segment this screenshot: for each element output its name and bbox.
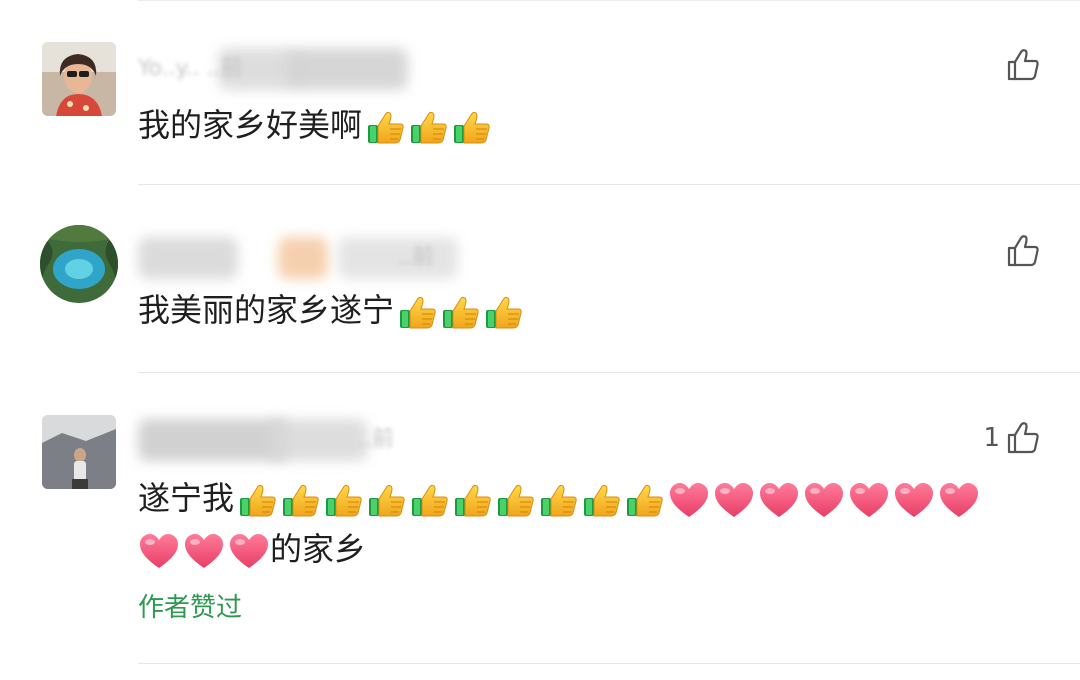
like-count: 1 xyxy=(983,423,1000,453)
comment-text: 我美丽的家乡遂宁 xyxy=(138,286,524,334)
emoji-group xyxy=(238,481,980,519)
comment-item: ..前 我美丽的家乡遂宁 xyxy=(0,185,1080,373)
avatar[interactable] xyxy=(40,225,118,303)
thumbs-up-emoji xyxy=(366,109,406,145)
thumbs-up-emoji xyxy=(410,482,450,518)
thumbs-up-emoji xyxy=(398,294,438,330)
thumbs-up-emoji xyxy=(409,109,449,145)
username-blurred[interactable]: ..前 xyxy=(138,237,528,279)
heart-emoji xyxy=(713,481,755,519)
thumbs-up-emoji xyxy=(452,109,492,145)
thumbs-up-emoji xyxy=(367,482,407,518)
heart-emoji xyxy=(758,481,800,519)
thumbs-up-emoji xyxy=(324,482,364,518)
heart-emoji xyxy=(938,481,980,519)
thumbs-up-emoji xyxy=(484,294,524,330)
divider xyxy=(138,663,1080,664)
like-button[interactable] xyxy=(1000,234,1040,268)
thumbs-up-emoji xyxy=(441,294,481,330)
comment-text-line2: 的家乡 xyxy=(138,525,366,573)
username-blurred[interactable]: Yo..y.. ..前 xyxy=(138,48,458,90)
emoji-group xyxy=(398,294,524,330)
author-liked-label: 作者赞过 xyxy=(138,593,243,623)
emoji-group xyxy=(366,109,492,145)
comment-text: 遂宁我 xyxy=(138,474,980,522)
like-button[interactable] xyxy=(1000,48,1040,82)
username-blurred[interactable]: ..前 xyxy=(138,419,438,461)
avatar[interactable] xyxy=(42,415,116,489)
thumbs-up-emoji xyxy=(625,482,665,518)
comment-text: 我的家乡好美啊 xyxy=(138,101,492,149)
thumbs-up-emoji xyxy=(539,482,579,518)
heart-emoji xyxy=(893,481,935,519)
thumbs-up-outline-icon xyxy=(1006,48,1040,82)
thumbs-up-emoji xyxy=(281,482,321,518)
avatar[interactable] xyxy=(42,42,116,116)
like-button[interactable]: 1 xyxy=(983,421,1040,455)
heart-emoji xyxy=(803,481,845,519)
thumbs-up-emoji xyxy=(582,482,622,518)
thumbs-up-outline-icon xyxy=(1006,234,1040,268)
heart-emoji xyxy=(138,532,180,570)
thumbs-up-emoji xyxy=(453,482,493,518)
heart-emoji xyxy=(668,481,710,519)
thumbs-up-emoji xyxy=(238,482,278,518)
comment-item: ..前 1 遂宁我 的家乡 作者赞过 xyxy=(0,373,1080,680)
comment-item: Yo..y.. ..前 我的家乡好美啊 xyxy=(0,0,1080,185)
thumbs-up-emoji xyxy=(496,482,536,518)
emoji-group xyxy=(138,532,270,570)
heart-emoji xyxy=(183,532,225,570)
heart-emoji xyxy=(228,532,270,570)
heart-emoji xyxy=(848,481,890,519)
thumbs-up-outline-icon xyxy=(1006,421,1040,455)
